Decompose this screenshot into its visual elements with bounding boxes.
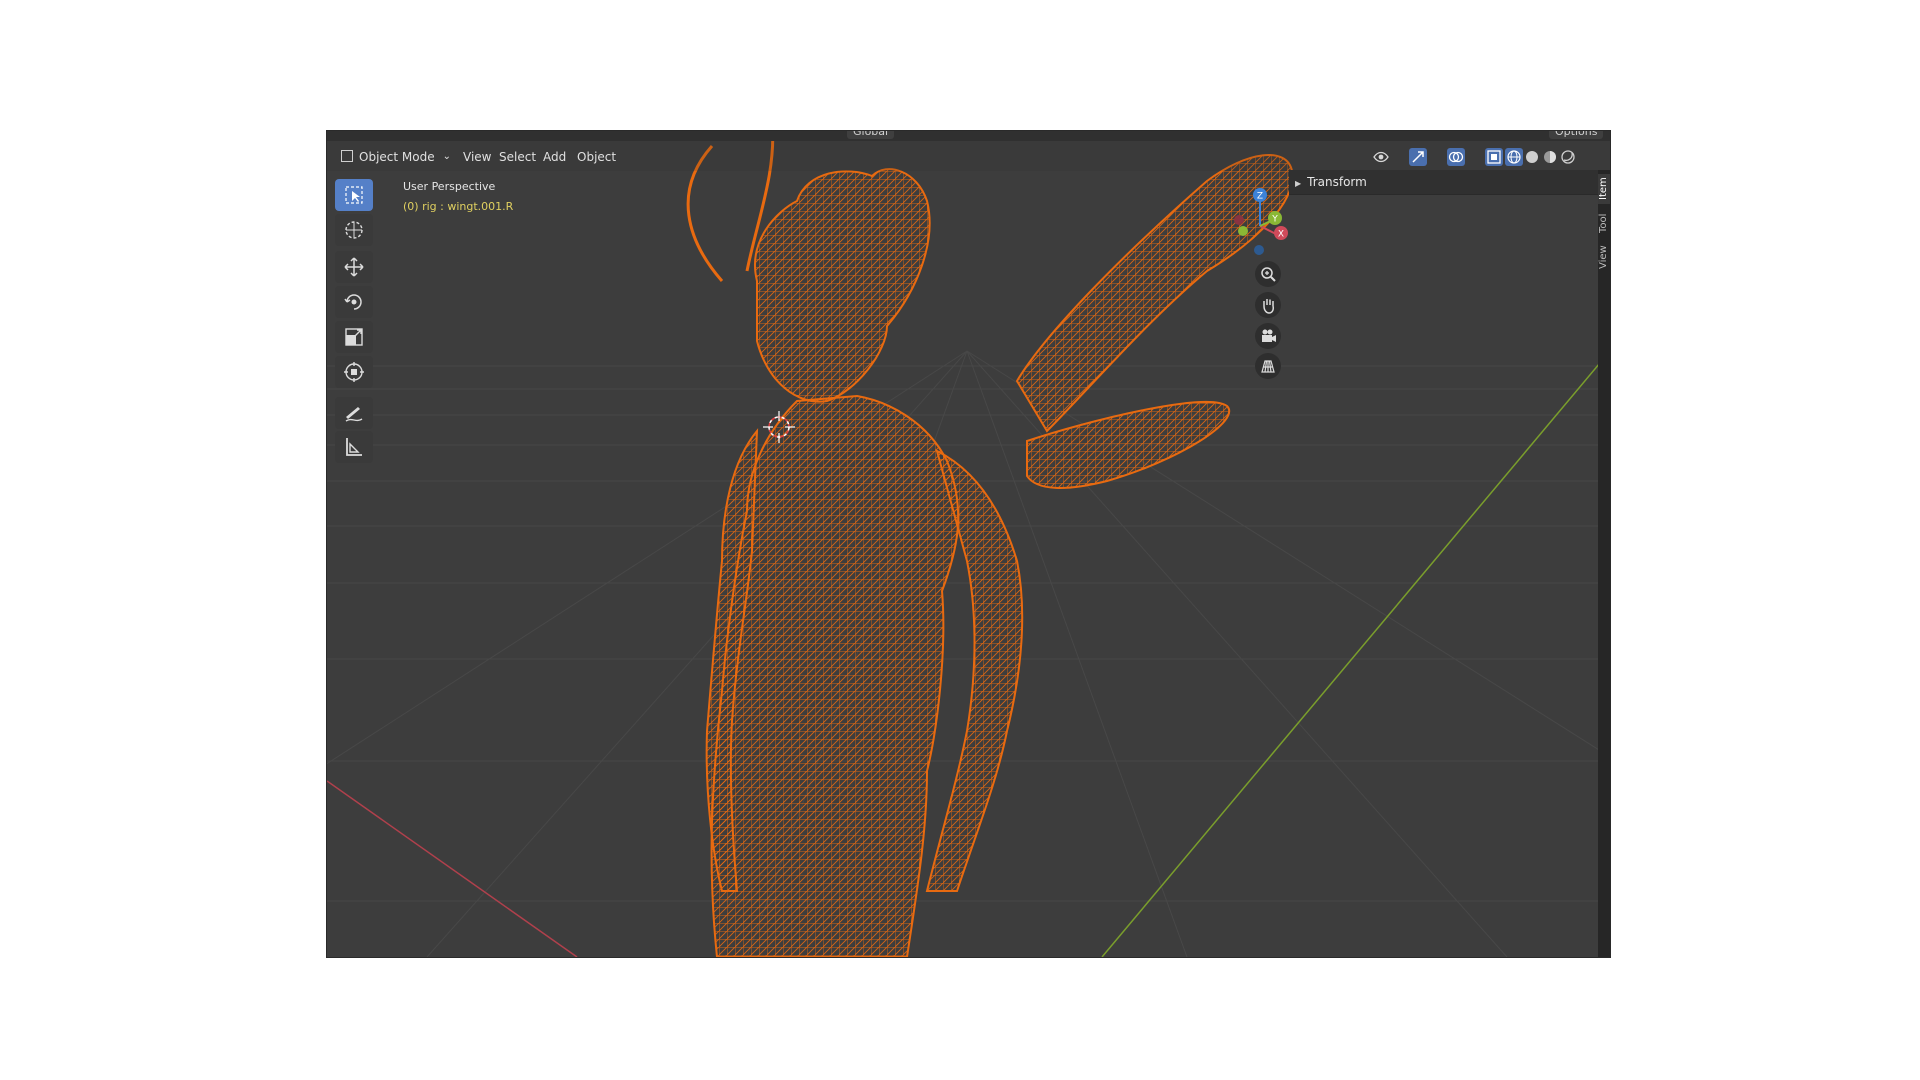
gizmo-toggle-icon[interactable] [1409, 148, 1427, 166]
rendered-shading-icon[interactable] [1559, 148, 1577, 166]
transform-tool[interactable] [335, 356, 373, 388]
viewport-overlay-text: User Perspective (0) rig : wingt.001.R [403, 177, 513, 217]
expand-triangle-icon: ▶ [1295, 179, 1302, 188]
mode-label: Object Mode [359, 150, 435, 164]
sidebar-tab-strip: Item Tool View [1598, 170, 1610, 957]
transform-panel-title: Transform [1307, 175, 1367, 189]
cursor-tool[interactable] [335, 214, 373, 246]
rotate-icon [344, 294, 362, 310]
wireframe-shading-icon[interactable] [1505, 148, 1523, 166]
measure-icon [346, 438, 362, 456]
svg-text:Y: Y [1271, 215, 1278, 225]
transform-icon [344, 362, 364, 382]
tab-tool[interactable]: Tool [1598, 208, 1610, 238]
view-name-label: User Perspective [403, 180, 496, 193]
gizmo-z-axis[interactable]: Z [1253, 188, 1267, 202]
tab-item[interactable]: Item [1598, 174, 1610, 204]
object-mode-icon [341, 150, 353, 162]
x-axis-line [327, 780, 578, 957]
viewport-header: Object Mode ⌄ View Select Add Object [327, 141, 1610, 171]
orientation-dropdown[interactable]: Global [847, 131, 895, 139]
options-dropdown[interactable]: Options [1549, 131, 1604, 139]
visibility-icon[interactable] [1372, 148, 1390, 166]
xray-icon[interactable] [1485, 148, 1503, 166]
svg-text:Z: Z [1257, 192, 1263, 202]
mode-dropdown[interactable]: Object Mode ⌄ [337, 147, 453, 167]
camera-view-button[interactable] [1255, 323, 1281, 349]
cursor-icon [345, 221, 363, 239]
gizmo-neg-x[interactable] [1234, 215, 1244, 225]
gizmo-y-axis[interactable]: Y [1268, 211, 1282, 225]
annotate-icon [345, 407, 363, 422]
measure-tool[interactable] [335, 431, 373, 463]
menu-view[interactable]: View [459, 147, 495, 167]
rotate-tool[interactable] [335, 286, 373, 318]
select-box-tool[interactable] [335, 179, 373, 211]
gizmo-neg-y[interactable] [1238, 226, 1248, 236]
solid-shading-icon[interactable] [1523, 148, 1541, 166]
transform-panel-header[interactable]: ▶ Transform [1289, 170, 1599, 195]
active-object-label: (0) rig : wingt.001.R [403, 200, 514, 213]
zoom-icon [1261, 267, 1276, 282]
3d-viewport[interactable]: Global Options Object Mode ⌄ View Select… [326, 130, 1611, 958]
gizmo-x-axis[interactable]: X [1274, 226, 1288, 240]
menu-select[interactable]: Select [495, 147, 540, 167]
move-icon [344, 257, 364, 277]
menu-object[interactable]: Object [573, 147, 620, 167]
menu-add[interactable]: Add [539, 147, 570, 167]
ortho-toggle-button[interactable] [1255, 353, 1281, 379]
move-tool[interactable] [335, 251, 373, 283]
annotate-tool[interactable] [335, 397, 373, 429]
pan-button[interactable] [1255, 292, 1281, 318]
overlays-icon[interactable] [1447, 148, 1465, 166]
tool-settings-header: Global Options [327, 131, 1610, 141]
scale-icon [345, 328, 363, 346]
material-shading-icon[interactable] [1541, 148, 1559, 166]
select-box-icon [345, 186, 363, 204]
tab-view[interactable]: View [1598, 242, 1610, 272]
pan-hand-icon [1263, 299, 1274, 314]
scale-tool[interactable] [335, 321, 373, 353]
camera-icon [1262, 329, 1276, 342]
svg-text:X: X [1278, 230, 1284, 240]
grid-icon [1261, 360, 1275, 373]
gizmo-neg-z[interactable] [1254, 245, 1264, 255]
chevron-down-icon: ⌄ [442, 151, 451, 162]
sidebar: ▶ Transform [1289, 170, 1599, 957]
zoom-button[interactable] [1255, 261, 1281, 287]
